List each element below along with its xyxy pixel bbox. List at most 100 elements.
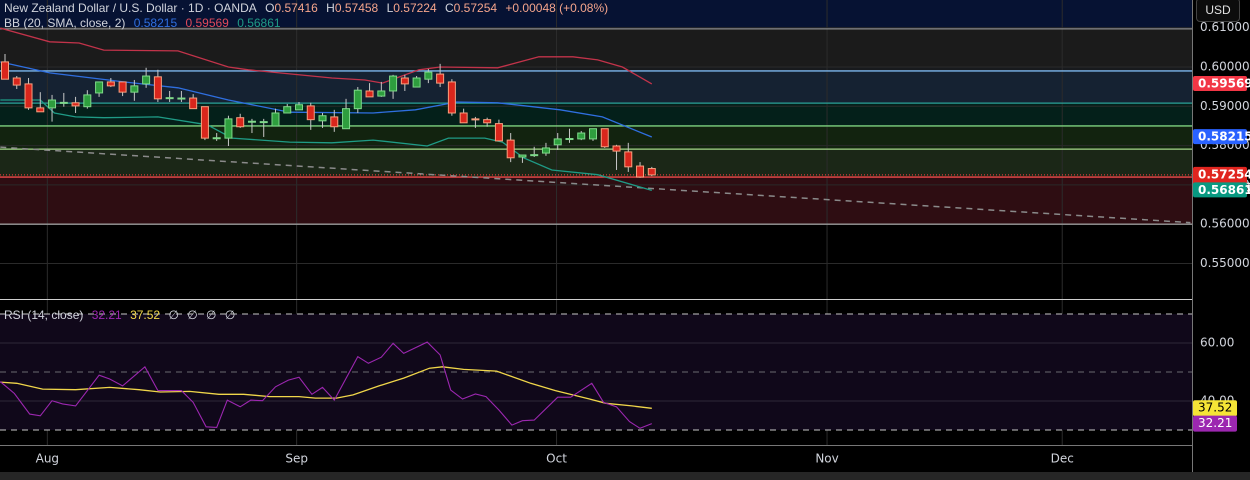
candle-down	[306, 105, 315, 121]
candle-up	[259, 121, 268, 124]
candle-up	[530, 154, 539, 157]
candle-up	[412, 77, 421, 88]
bb-basis-value: 0.58215	[133, 16, 178, 30]
candle-down	[624, 151, 633, 168]
candle-down	[36, 107, 45, 113]
candle-up	[271, 112, 280, 127]
price-zone	[0, 177, 1192, 225]
change-value: +0.00048 (+0.08%)	[505, 1, 609, 15]
chart-canvas[interactable]: 0.610000.600000.590000.580000.570000.560…	[0, 0, 1250, 480]
candle-down	[24, 83, 33, 109]
candle-down	[636, 165, 645, 178]
bottom-scrollbar[interactable]	[0, 472, 1250, 480]
time-tick-label: Nov	[815, 452, 838, 466]
candle-down	[400, 77, 409, 85]
candle-up	[130, 85, 139, 93]
candle-down	[459, 112, 468, 124]
symbol-title[interactable]: New Zealand Dollar / U.S. Dollar · 1D · …	[4, 1, 257, 15]
candle-up	[224, 118, 233, 139]
candle-up	[48, 99, 57, 109]
price-tag-label: 0.58215	[1198, 130, 1250, 144]
candle-up	[142, 75, 151, 85]
rsi-ma-value: 37.52	[130, 308, 161, 322]
candle-up	[177, 97, 186, 100]
candle-up	[589, 128, 597, 140]
time-tick-label: Dec	[1051, 452, 1074, 466]
candle-up	[377, 90, 386, 97]
time-tick-label: Sep	[285, 452, 308, 466]
price-tick-label: 0.56000	[1200, 217, 1250, 231]
currency-button[interactable]: USD	[1196, 0, 1240, 22]
time-tick-label: Aug	[36, 452, 59, 466]
candle-down	[647, 168, 656, 176]
bb-upper-value: 0.59569	[185, 16, 229, 30]
candle-down	[1, 61, 9, 80]
rsi-label[interactable]: RSI (14, close)	[4, 308, 83, 322]
price-zone	[0, 149, 1192, 178]
high-value: 0.57458	[334, 1, 379, 15]
candle-down	[600, 128, 609, 148]
rsi-tick-label: 60.00	[1200, 336, 1234, 350]
candle-down	[71, 102, 80, 107]
rsi-extra-value: ∅	[187, 308, 198, 322]
close-label: C	[445, 1, 454, 15]
candle-down	[153, 76, 162, 100]
candle-up	[247, 120, 256, 123]
open-value: 0.57416	[274, 1, 318, 15]
candle-up	[212, 137, 221, 140]
rsi-value: 32.21	[91, 308, 122, 322]
candle-up	[389, 75, 398, 92]
low-value: 0.57224	[393, 1, 437, 15]
candle-down	[236, 117, 245, 128]
candle-down	[189, 97, 198, 110]
candle-up	[165, 97, 174, 100]
candle-up	[95, 81, 104, 94]
candle-up	[295, 104, 303, 111]
candle-up	[541, 147, 550, 154]
candle-down	[494, 123, 503, 142]
price-tick-label: 0.59000	[1200, 99, 1250, 113]
time-axis[interactable]: Aug Sep Oct Nov Dec	[36, 452, 1074, 466]
candle-up	[577, 132, 586, 140]
price-tag-label: 0.59569	[1198, 76, 1250, 90]
candle-up	[318, 115, 327, 122]
rsi-extra-value: ∅	[224, 308, 236, 322]
price-zone	[0, 28, 1192, 68]
candle-up	[342, 108, 351, 130]
candle-up	[83, 94, 92, 108]
candle-up	[565, 138, 574, 141]
rsi-tag-label: 32.21	[1198, 416, 1232, 430]
candle-up	[518, 154, 527, 158]
bb-lower-value: 0.56861	[237, 16, 281, 30]
rsi-extra-value: ∅	[206, 308, 217, 322]
close-value: 0.57254	[453, 1, 498, 15]
symbol-legend[interactable]: New Zealand Dollar / U.S. Dollar · 1D · …	[4, 1, 613, 15]
candle-down	[436, 73, 445, 84]
bb-label[interactable]: BB (20, SMA, close, 2)	[4, 16, 125, 30]
candle-up	[353, 89, 362, 110]
price-tag-label: 0.57254	[1198, 167, 1250, 181]
rsi-tag-label: 37.52	[1198, 401, 1232, 415]
candle-up	[283, 106, 292, 114]
candle-down	[118, 81, 127, 93]
high-label: H	[326, 1, 335, 15]
candle-down	[471, 118, 480, 121]
price-tag-label: 0.56861	[1198, 183, 1250, 197]
rsi-pane	[0, 313, 1192, 431]
candle-down	[365, 90, 374, 98]
rsi-legend[interactable]: RSI (14, close) 32.21 37.52 ∅ ∅ ∅ ∅	[4, 308, 240, 322]
candle-down	[200, 106, 209, 139]
time-tick-label: Oct	[546, 452, 567, 466]
candle-up	[553, 138, 562, 146]
price-tick-label: 0.61000	[1200, 20, 1250, 34]
rsi-extra-value: ∅	[168, 308, 179, 322]
candle-up	[424, 71, 433, 80]
candle-down	[483, 119, 492, 124]
candle-down	[106, 81, 115, 87]
price-tick-label: 0.60000	[1200, 60, 1250, 74]
price-tick-label: 0.55000	[1200, 256, 1250, 270]
bb-legend[interactable]: BB (20, SMA, close, 2) 0.58215 0.59569 0…	[4, 16, 286, 30]
candle-down	[447, 81, 456, 114]
candle-down	[612, 145, 621, 152]
candle-down	[330, 116, 339, 128]
